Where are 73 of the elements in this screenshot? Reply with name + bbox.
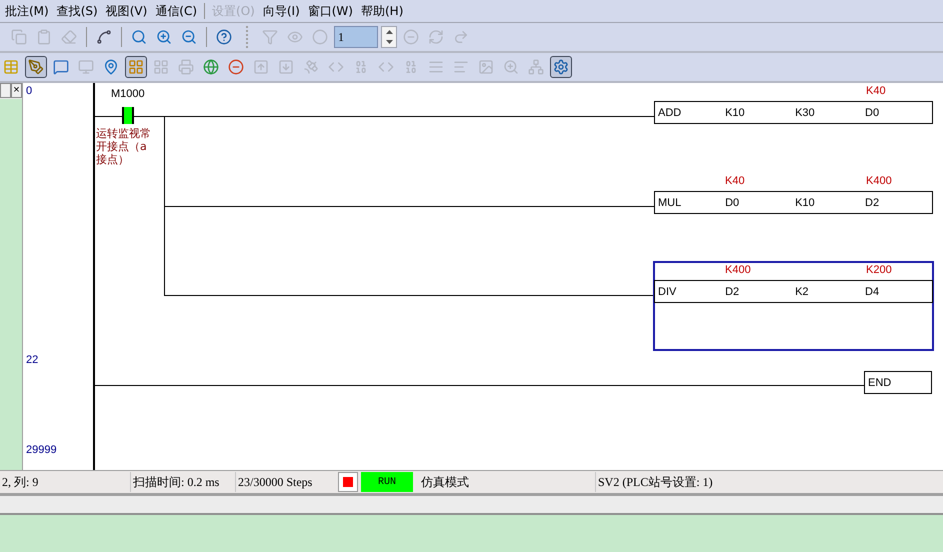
- step-field[interactable]: 1: [334, 26, 378, 48]
- scan-time: 扫描时间: 0.2 ms: [131, 472, 236, 492]
- menu-item[interactable]: 通信(C): [154, 2, 204, 20]
- comment-icon: [53, 59, 69, 75]
- grid-icon: [153, 59, 169, 75]
- settings-button[interactable]: [550, 56, 572, 78]
- monitor-icon: [78, 59, 94, 75]
- instruction-block[interactable]: K40 K400 MUL D0 K10 D2: [653, 172, 934, 262]
- monitor-value: K400: [725, 264, 751, 276]
- run-indicator: RUN: [361, 472, 413, 492]
- contact-address: M1000: [111, 88, 145, 100]
- eye-icon: [287, 29, 303, 45]
- cursor-position: 2, 列: 9: [0, 472, 131, 492]
- table-icon: [3, 59, 19, 75]
- mode-label: 仿真模式: [419, 472, 596, 492]
- instruction-block[interactable]: K400 K200 DIV D2 K2 D4: [653, 261, 934, 351]
- paste-icon: [36, 29, 52, 45]
- stop-icon: [228, 59, 244, 75]
- eraser-icon: [61, 29, 77, 45]
- step-number: 22: [26, 354, 38, 366]
- step-number: 0: [26, 85, 32, 97]
- settings-icon: [553, 59, 569, 75]
- monitor-value: K40: [866, 85, 886, 97]
- help-icon: [216, 29, 232, 45]
- monitor-value: K400: [866, 175, 892, 187]
- menu-item[interactable]: 查找(S): [56, 2, 105, 20]
- menu-item[interactable]: 帮助(H): [360, 2, 410, 20]
- network-icon: [528, 59, 544, 75]
- align-icon: [453, 59, 469, 75]
- align-icon: [428, 59, 444, 75]
- instruction-box[interactable]: MUL D0 K10 D2: [654, 191, 933, 214]
- filter-icon: [262, 29, 278, 45]
- printer-icon: [178, 59, 194, 75]
- menu-item[interactable]: 视图(V): [104, 2, 154, 20]
- down-arrow-icon: [386, 40, 392, 44]
- monitor-value: K40: [725, 175, 745, 187]
- panel-button[interactable]: [0, 83, 11, 98]
- contact[interactable]: [122, 107, 134, 124]
- redo-icon: [453, 29, 469, 45]
- end-box[interactable]: END: [864, 371, 932, 394]
- pen-button[interactable]: [25, 56, 47, 78]
- zoom-out-icon: [181, 29, 197, 45]
- instruction-box[interactable]: DIV D2 K2 D4: [654, 280, 933, 303]
- globe-icon: [203, 59, 219, 75]
- monitor-value: K200: [866, 264, 892, 276]
- minus-icon: [403, 29, 419, 45]
- menu-item[interactable]: 窗口(W): [306, 2, 360, 20]
- spin-button[interactable]: [381, 26, 397, 48]
- satellite-icon: [303, 59, 319, 75]
- close-button[interactable]: ×: [11, 83, 22, 98]
- zoom-in-icon: [156, 29, 172, 45]
- station-label: SV2 (PLC站号设置: 1): [597, 474, 714, 491]
- menu-item[interactable]: 批注(M): [4, 2, 56, 20]
- step-count: 23/30000 Steps: [237, 474, 314, 491]
- connector-icon: [96, 29, 112, 45]
- grid-icon: [128, 59, 144, 75]
- grid-button[interactable]: [125, 56, 147, 78]
- contact-comment: 运转监视常开接点（a接点）: [96, 127, 152, 166]
- search-icon: [131, 29, 147, 45]
- zoom-icon: [503, 59, 519, 75]
- pin-icon: [103, 59, 119, 75]
- copy-icon: [11, 29, 27, 45]
- image-icon: [478, 59, 494, 75]
- up-arrow-icon: [386, 30, 392, 34]
- instruction-box[interactable]: ADD K10 K30 D0: [654, 101, 933, 124]
- menu-item[interactable]: 向导(I): [262, 2, 307, 20]
- upload-icon: [253, 59, 269, 75]
- download-icon: [278, 59, 294, 75]
- instruction-block[interactable]: K40 ADD K10 K30 D0: [653, 82, 934, 172]
- refresh-icon: [428, 29, 444, 45]
- circle-icon: [312, 29, 328, 45]
- step-number: 29999: [26, 444, 57, 456]
- pen-icon: [28, 59, 44, 75]
